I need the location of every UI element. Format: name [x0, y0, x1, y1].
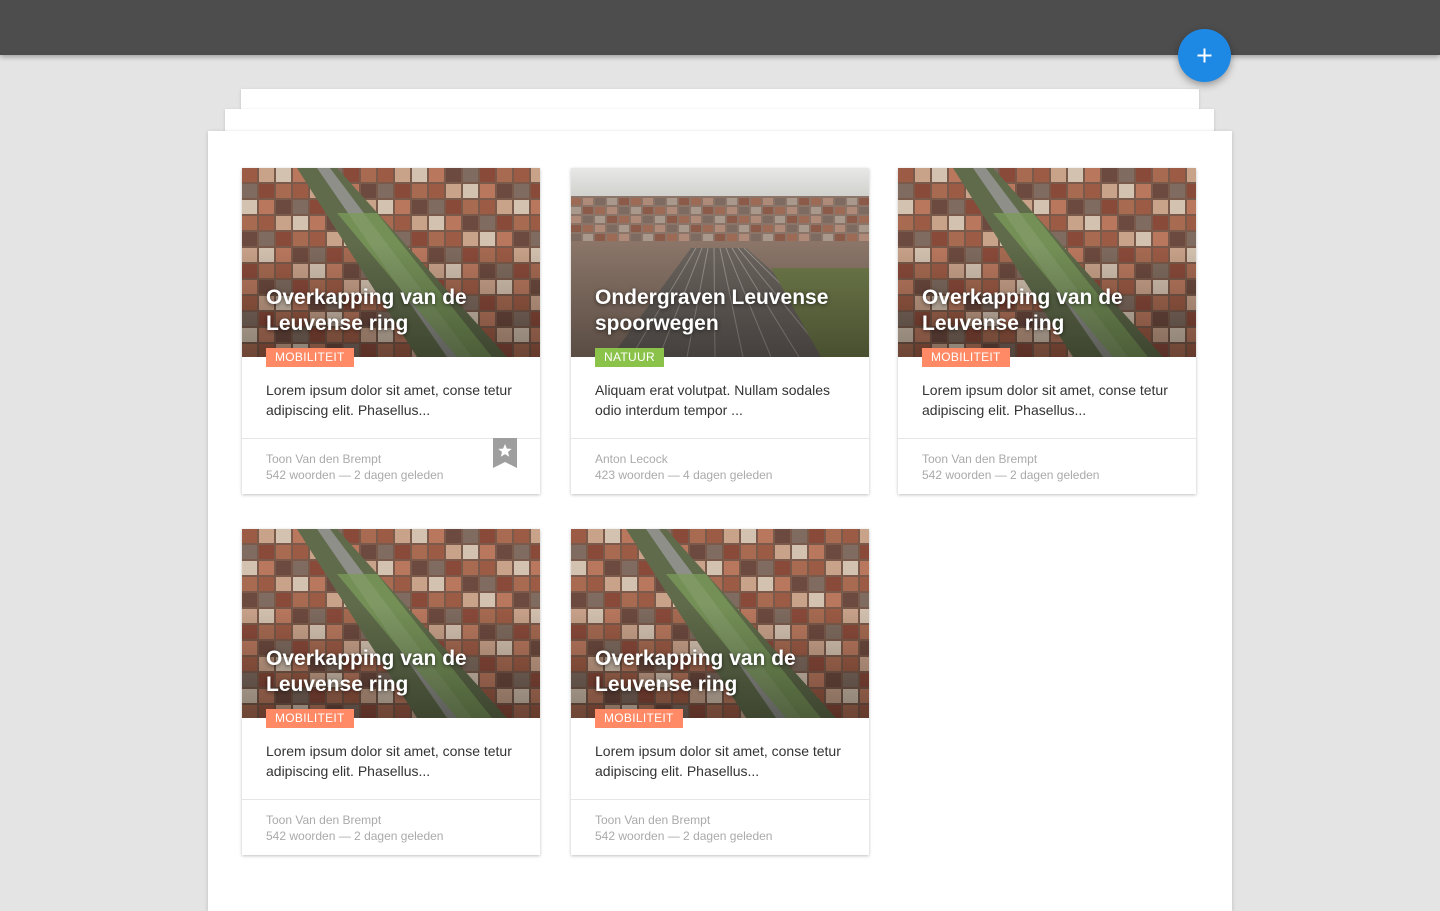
article-title[interactable]: Ondergraven Leuvense spoorwegen: [595, 285, 845, 337]
category-tag: NATUUR: [595, 348, 664, 367]
article-title[interactable]: Overkapping van de Leuvense ring: [266, 285, 516, 337]
article-excerpt: Lorem ipsum dolor sit amet, conse tetur …: [595, 743, 841, 779]
article-meta: 542 woorden — 2 dagen geleden: [266, 468, 444, 482]
article-card[interactable]: Overkapping van de Leuvense ring MOBILITE…: [571, 529, 869, 855]
card-divider: [898, 438, 1196, 439]
category-tag: MOBILITEIT: [266, 348, 354, 367]
card-divider: [571, 799, 869, 800]
card-divider: [571, 438, 869, 439]
article-excerpt: Lorem ipsum dolor sit amet, conse tetur …: [922, 382, 1168, 418]
article-title[interactable]: Overkapping van de Leuvense ring: [595, 646, 845, 698]
article-author: Toon Van den Brempt: [266, 813, 382, 827]
article-card[interactable]: Overkapping van de Leuvense ring MOBILITE…: [242, 529, 540, 855]
article-card[interactable]: Ondergraven Leuvense spoorwegen NATUUR Ali…: [571, 168, 869, 494]
article-title[interactable]: Overkapping van de Leuvense ring: [266, 646, 516, 698]
article-meta: 542 woorden — 2 dagen geleden: [922, 468, 1100, 482]
article-meta: 542 woorden — 2 dagen geleden: [266, 829, 444, 843]
category-tag: MOBILITEIT: [595, 709, 683, 728]
category-tag: MOBILITEIT: [266, 709, 354, 728]
article-meta: 423 woorden — 4 dagen geleden: [595, 468, 773, 482]
plus-icon: [1197, 48, 1212, 63]
article-author: Toon Van den Brempt: [266, 452, 382, 466]
article-author: Toon Van den Brempt: [595, 813, 711, 827]
article-excerpt: Lorem ipsum dolor sit amet, conse tetur …: [266, 382, 512, 418]
article-card[interactable]: Overkapping van de Leuvense ring MOBILITE…: [242, 168, 540, 494]
article-excerpt: Aliquam erat volutpat. Nullam sodales od…: [595, 382, 831, 418]
star-bookmark-icon[interactable]: [493, 438, 517, 468]
article-card[interactable]: Overkapping van de Leuvense ring MOBILITE…: [898, 168, 1196, 494]
add-button[interactable]: [1178, 29, 1231, 82]
article-author: Toon Van den Brempt: [922, 452, 1038, 466]
article-excerpt: Lorem ipsum dolor sit amet, conse tetur …: [266, 743, 512, 779]
category-tag: MOBILITEIT: [922, 348, 1010, 367]
article-author: Anton Lecock: [595, 452, 668, 466]
article-title[interactable]: Overkapping van de Leuvense ring: [922, 285, 1172, 337]
card-divider: [242, 799, 540, 800]
article-meta: 542 woorden — 2 dagen geleden: [595, 829, 773, 843]
